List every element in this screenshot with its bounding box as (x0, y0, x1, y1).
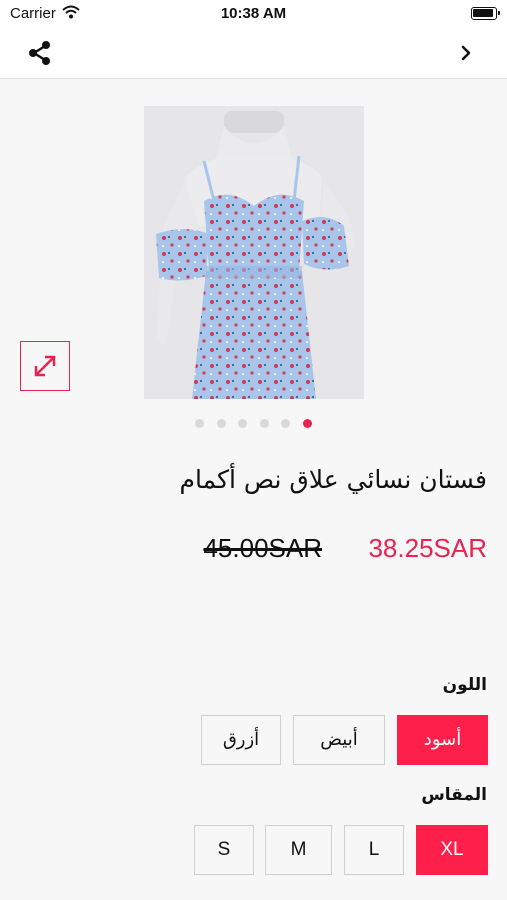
pagination-dot[interactable] (281, 419, 291, 428)
dress-photo (144, 106, 364, 399)
color-option-white[interactable]: أبيض (293, 715, 385, 765)
size-option-m[interactable]: M (265, 825, 332, 875)
color-option-black[interactable]: أسود (397, 715, 488, 765)
pagination-dot[interactable] (216, 419, 226, 428)
clock: 10:38 AM (220, 5, 287, 22)
product-image[interactable] (144, 106, 364, 399)
expand-button[interactable] (20, 341, 70, 391)
chevron-right-icon[interactable] (459, 43, 473, 63)
price-current: 38.25SAR (368, 533, 487, 563)
color-option-blue[interactable]: أزرق (201, 715, 281, 765)
image-pagination (195, 419, 315, 429)
expand-arrows-icon (34, 355, 56, 377)
pagination-dot[interactable] (303, 419, 312, 428)
pagination-dot[interactable] (195, 419, 204, 428)
size-option-xl[interactable]: XL (416, 825, 488, 875)
size-label: المقاس (421, 785, 487, 805)
pagination-dot[interactable] (259, 419, 269, 428)
status-bar: Carrier 10:38 AM (0, 0, 507, 28)
nav-bar (0, 28, 507, 79)
color-label: اللون (442, 675, 487, 695)
pagination-dot[interactable] (238, 419, 248, 428)
size-option-l[interactable]: L (344, 825, 404, 875)
product-title: فستان نسائي علاق نص أكمام (179, 465, 487, 494)
share-icon[interactable] (26, 39, 54, 67)
price-original: 45.00SAR (203, 533, 322, 563)
battery-icon (471, 7, 500, 20)
size-option-s[interactable]: S (194, 825, 254, 875)
